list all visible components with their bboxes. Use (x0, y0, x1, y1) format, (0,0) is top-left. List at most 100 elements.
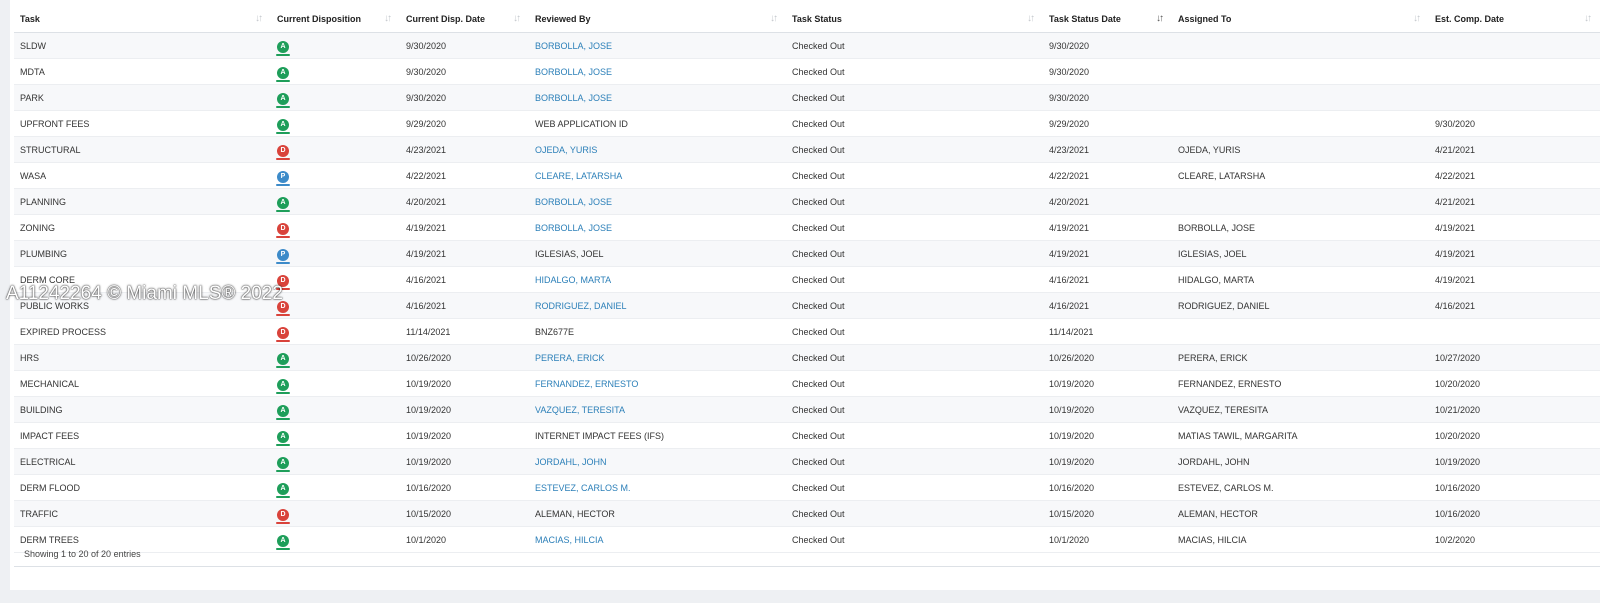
task-cell: MECHANICAL (14, 370, 271, 397)
header-task-status[interactable]: Task Status ↓↑ (786, 6, 1043, 33)
task-status-date-cell: 10/26/2020 (1043, 344, 1172, 371)
reviewer-link[interactable]: CLEARE, LATARSHA (535, 171, 622, 181)
reviewer-link[interactable]: RODRIGUEZ, DANIEL (535, 301, 627, 311)
assigned-to-cell (1172, 84, 1429, 111)
disp-date-cell: 4/19/2021 (400, 214, 529, 241)
reviewed-by-cell: JORDAHL, JOHN (529, 448, 786, 475)
sort-icon[interactable]: ↓↑ (1584, 13, 1592, 24)
sort-icon[interactable]: ↓↑ (384, 13, 392, 24)
reviewed-by-cell: OJEDA, YURIS (529, 136, 786, 163)
est-comp-date-cell: 4/19/2021 (1429, 240, 1600, 267)
assigned-to-cell: BORBOLLA, JOSE (1172, 214, 1429, 241)
task-cell: TRAFFIC (14, 500, 271, 527)
reviewer-link[interactable]: BORBOLLA, JOSE (535, 67, 612, 77)
task-status-cell: Checked Out (786, 318, 1043, 345)
header-task[interactable]: Task ↓↑ (14, 6, 271, 33)
disp-date-cell: 4/19/2021 (400, 240, 529, 267)
reviewer-link[interactable]: PERERA, ERICK (535, 353, 605, 363)
reviewer-link[interactable]: BORBOLLA, JOSE (535, 41, 612, 51)
reviewed-by-cell: BNZ677E (529, 318, 786, 345)
task-table-wrapper: Task ↓↑ Current Disposition ↓↑ Current Dis… (14, 6, 1600, 553)
header-current-disp-date[interactable]: Current Disp. Date ↓↑ (400, 6, 529, 33)
task-status-date-cell: 10/16/2020 (1043, 474, 1172, 501)
reviewer-link[interactable]: VAZQUEZ, TERESITA (535, 405, 625, 415)
reviewed-by-cell: HIDALGO, MARTA (529, 266, 786, 293)
disp-date-cell: 10/15/2020 (400, 500, 529, 527)
est-comp-date-cell: 4/16/2021 (1429, 292, 1600, 319)
task-status-date-cell: 9/30/2020 (1043, 58, 1172, 85)
task-status-cell: Checked Out (786, 240, 1043, 267)
disp-date-cell: 4/23/2021 (400, 136, 529, 163)
disposition-badge: A (276, 535, 290, 550)
assigned-to-cell: MATIAS TAWIL, MARGARITA (1172, 422, 1429, 449)
task-status-date-cell: 10/19/2020 (1043, 396, 1172, 423)
assigned-to-cell (1172, 58, 1429, 85)
disp-date-cell: 9/30/2020 (400, 58, 529, 85)
task-cell: PLUMBING (14, 240, 271, 267)
task-cell: SLDW (14, 32, 271, 59)
task-cell: IMPACT FEES (14, 422, 271, 449)
sort-icon[interactable]: ↓↑ (1027, 13, 1035, 24)
sort-icon[interactable]: ↓↑ (513, 13, 521, 24)
reviewer-link[interactable]: JORDAHL, JOHN (535, 457, 607, 467)
table-row: MECHANICAL A 10/19/2020 FERNANDEZ, ERNESTO C… (14, 370, 1600, 397)
disp-date-cell: 10/1/2020 (400, 526, 529, 553)
disposition-cell: A (271, 422, 400, 449)
disposition-badge: A (276, 93, 290, 108)
reviewer-text: WEB APPLICATION ID (535, 118, 628, 129)
reviewer-link[interactable]: FERNANDEZ, ERNESTO (535, 379, 638, 389)
disp-date-cell: 10/19/2020 (400, 370, 529, 397)
assigned-to-cell (1172, 110, 1429, 137)
reviewer-text: INTERNET IMPACT FEES (IFS) (535, 430, 665, 441)
assigned-to-cell: FERNANDEZ, ERNESTO (1172, 370, 1429, 397)
sort-icon[interactable]: ↓↑ (1413, 13, 1421, 24)
task-status-date-cell: 4/16/2021 (1043, 266, 1172, 293)
disp-date-cell: 4/22/2021 (400, 162, 529, 189)
entries-info: Showing 1 to 20 of 20 entries (24, 549, 141, 559)
task-status-cell: Checked Out (786, 448, 1043, 475)
reviewer-link[interactable]: MACIAS, HILCIA (535, 535, 604, 545)
reviewed-by-cell: BORBOLLA, JOSE (529, 32, 786, 59)
est-comp-date-cell: 10/16/2020 (1429, 500, 1600, 527)
reviewer-text: BNZ677E (535, 326, 575, 337)
disposition-cell: A (271, 84, 400, 111)
task-cell: PARK (14, 84, 271, 111)
task-status-date-cell: 9/30/2020 (1043, 32, 1172, 59)
task-status-cell: Checked Out (786, 84, 1043, 111)
reviewer-link[interactable]: ESTEVEZ, CARLOS M. (535, 483, 631, 493)
assigned-to-cell: ALEMAN, HECTOR (1172, 500, 1429, 527)
disp-date-cell: 4/20/2021 (400, 188, 529, 215)
disposition-cell: P (271, 162, 400, 189)
header-assigned-to[interactable]: Assigned To ↓↑ (1172, 6, 1429, 33)
disposition-badge: D (276, 223, 290, 238)
table-row: EXPIRED PROCESS D 11/14/2021 BNZ677E Checked… (14, 318, 1600, 345)
disposition-cell: A (271, 32, 400, 59)
disposition-badge: A (276, 483, 290, 498)
reviewer-link[interactable]: HIDALGO, MARTA (535, 275, 611, 285)
header-reviewed-by[interactable]: Reviewed By ↓↑ (529, 6, 786, 33)
reviewed-by-cell: IGLESIAS, JOEL (529, 240, 786, 267)
sort-icon[interactable]: ↓↑ (255, 13, 263, 24)
reviewed-by-cell: ESTEVEZ, CARLOS M. (529, 474, 786, 501)
est-comp-date-cell (1429, 32, 1600, 59)
est-comp-date-cell (1429, 58, 1600, 85)
sort-icon[interactable]: ↓↑ (770, 13, 778, 24)
sort-desc-icon[interactable]: ↓↑ (1156, 13, 1164, 24)
reviewer-link[interactable]: BORBOLLA, JOSE (535, 223, 612, 233)
header-est-comp-date[interactable]: Est. Comp. Date ↓↑ (1429, 6, 1600, 33)
est-comp-date-cell: 10/20/2020 (1429, 370, 1600, 397)
task-status-cell: Checked Out (786, 370, 1043, 397)
disposition-cell: D (271, 318, 400, 345)
task-cell: MDTA (14, 58, 271, 85)
reviewed-by-cell: VAZQUEZ, TERESITA (529, 396, 786, 423)
disposition-cell: D (271, 266, 400, 293)
disposition-badge: D (276, 145, 290, 160)
reviewer-link[interactable]: OJEDA, YURIS (535, 145, 597, 155)
disposition-cell: P (271, 240, 400, 267)
header-task-status-date[interactable]: Task Status Date ↓↑ (1043, 6, 1172, 33)
reviewer-link[interactable]: BORBOLLA, JOSE (535, 93, 612, 103)
disposition-cell: D (271, 292, 400, 319)
reviewer-link[interactable]: BORBOLLA, JOSE (535, 197, 612, 207)
header-current-disposition[interactable]: Current Disposition ↓↑ (271, 6, 400, 33)
task-status-cell: Checked Out (786, 162, 1043, 189)
